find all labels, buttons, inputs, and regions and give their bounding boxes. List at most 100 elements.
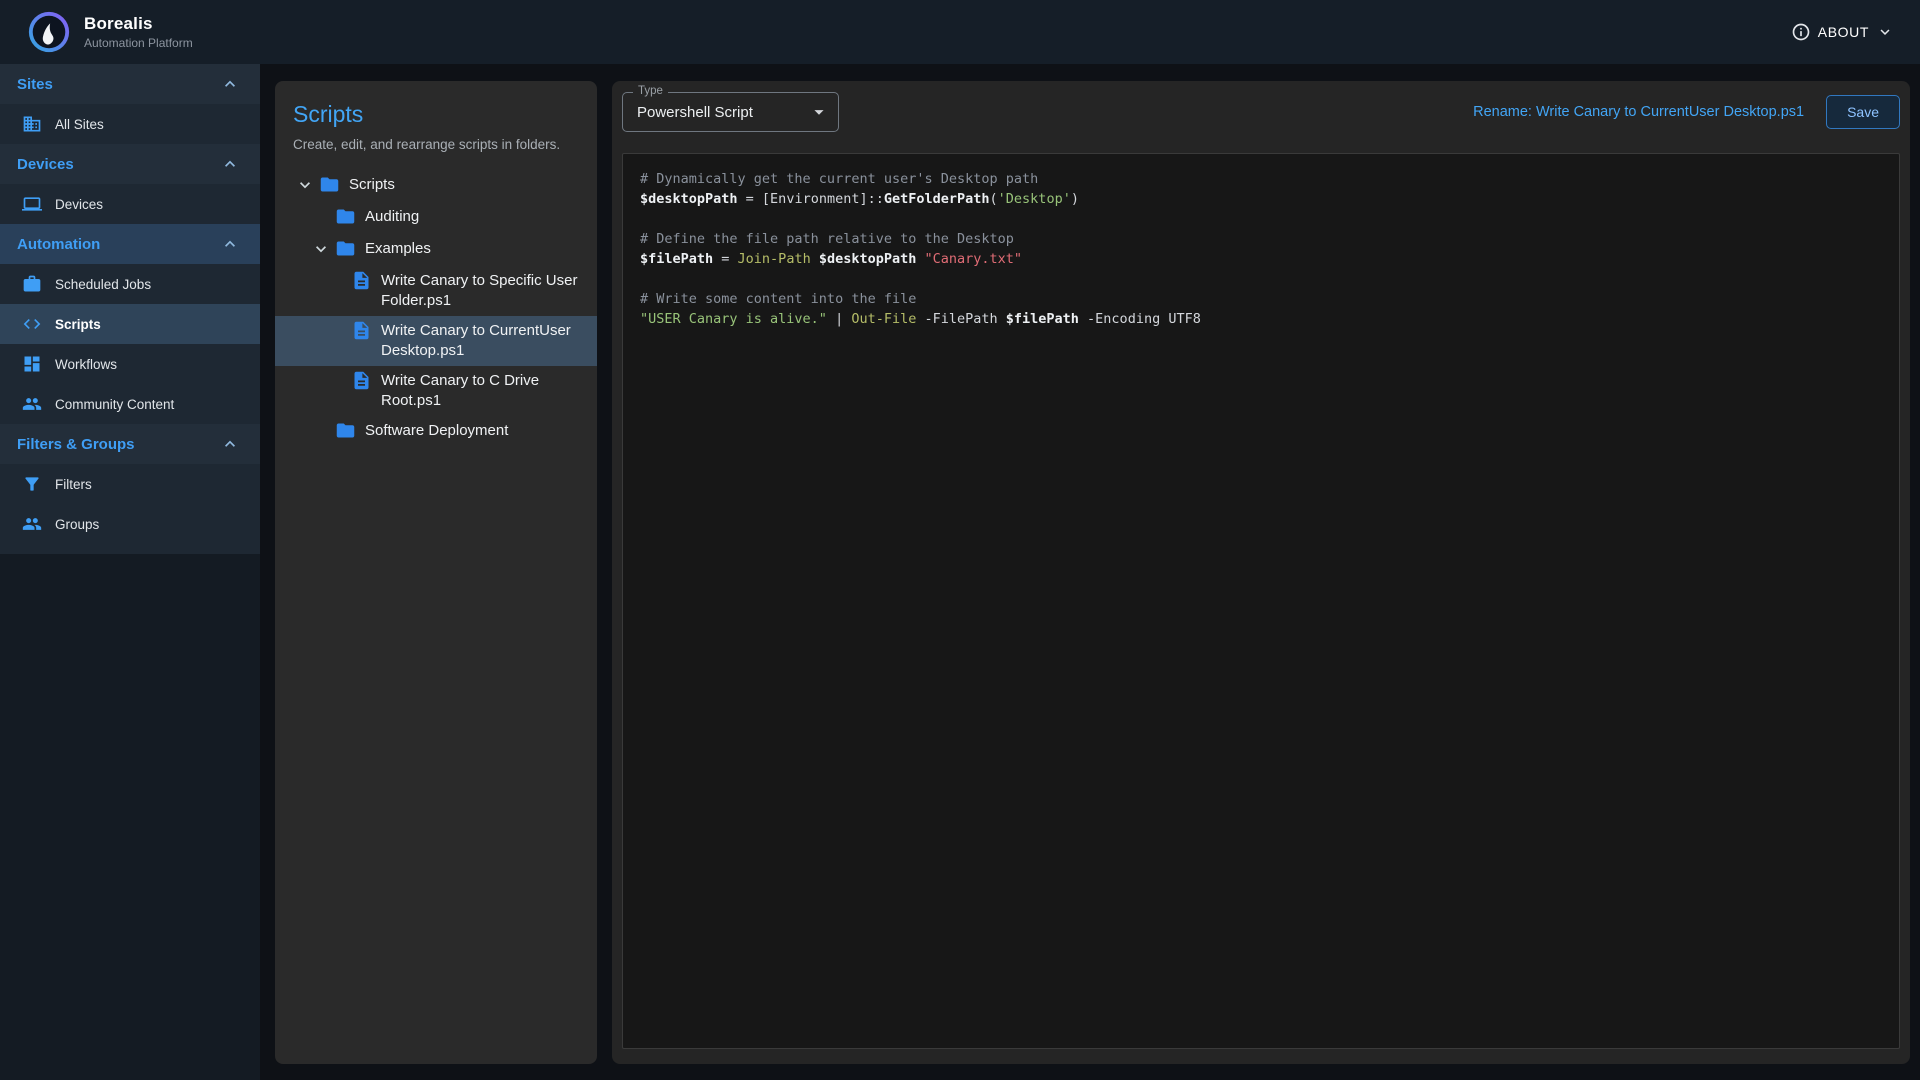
tree-item-write-canary-to-specific-user-folder-ps1[interactable]: Write Canary to Specific User Folder.ps1 bbox=[275, 266, 597, 316]
sidebar-item-label: Scripts bbox=[55, 317, 101, 332]
code-token: = bbox=[713, 251, 737, 267]
tree-item-label: Write Canary to Specific User Folder.ps1 bbox=[381, 271, 597, 311]
code-line: # Define the file path relative to the D… bbox=[640, 229, 1882, 249]
sidebar-section-label: Automation bbox=[17, 236, 100, 253]
tree-item-examples[interactable]: Examples bbox=[275, 234, 597, 266]
code-line bbox=[640, 269, 1882, 289]
brand-text: Borealis Automation Platform bbox=[84, 14, 193, 50]
folder-icon bbox=[335, 420, 356, 441]
code-token: GetFolderPath bbox=[884, 191, 990, 207]
sidebar-item-community-content[interactable]: Community Content bbox=[0, 384, 260, 424]
scripts-icon bbox=[22, 314, 42, 334]
devices-icon bbox=[22, 194, 42, 214]
brand-subtitle: Automation Platform bbox=[84, 36, 193, 50]
tree-item-label: Scripts bbox=[349, 175, 597, 195]
tree-item-software-deployment[interactable]: Software Deployment bbox=[275, 416, 597, 448]
sites-icon bbox=[22, 114, 42, 134]
sidebar-item-label: Community Content bbox=[55, 397, 174, 412]
code-token: ) bbox=[1071, 191, 1079, 207]
sidebar-item-groups[interactable]: Groups bbox=[0, 504, 260, 544]
sidebar-section-sites[interactable]: Sites bbox=[0, 64, 260, 104]
code-token: -Encoding UTF8 bbox=[1079, 311, 1201, 327]
code-token: $filePath bbox=[1006, 311, 1079, 327]
layout: Sites All Sites Devices Devices Automation Sc… bbox=[0, 64, 1920, 1080]
community-content-icon bbox=[22, 394, 42, 414]
sidebar-item-devices[interactable]: Devices bbox=[0, 184, 260, 224]
borealis-logo-icon bbox=[26, 9, 72, 55]
filters-icon bbox=[22, 474, 42, 494]
about-button[interactable]: ABOUT bbox=[1791, 22, 1894, 42]
tree-item-label: Auditing bbox=[365, 207, 597, 227]
code-line: # Write some content into the file bbox=[640, 289, 1882, 309]
sidebar-section-label: Devices bbox=[17, 156, 74, 173]
code-line: $desktopPath = [Environment]::GetFolderP… bbox=[640, 189, 1882, 209]
code-token: = [Environment]:: bbox=[738, 191, 884, 207]
sidebar-item-scripts[interactable]: Scripts bbox=[0, 304, 260, 344]
code-token: -FilePath bbox=[916, 311, 1005, 327]
code-token: 'Desktop' bbox=[998, 191, 1071, 207]
code-token: $desktopPath bbox=[819, 251, 917, 267]
sidebar-item-filters[interactable]: Filters bbox=[0, 464, 260, 504]
editor-panel: Type Powershell Script Rename: Write Can… bbox=[612, 81, 1910, 1064]
sidebar-section-filters-groups[interactable]: Filters & Groups bbox=[0, 424, 260, 464]
code-token: Join-Path bbox=[738, 251, 811, 267]
rename-link[interactable]: Rename: Write Canary to CurrentUser Desk… bbox=[1473, 104, 1804, 120]
chevron-up-icon bbox=[220, 74, 240, 94]
type-select-value: Powershell Script bbox=[637, 104, 753, 121]
tree-item-label: Write Canary to C Drive Root.ps1 bbox=[381, 371, 597, 411]
brand-name: Borealis bbox=[84, 14, 193, 34]
code-line bbox=[640, 209, 1882, 229]
code-line: $filePath = Join-Path $desktopPath "Cana… bbox=[640, 249, 1882, 269]
folder-icon bbox=[335, 206, 356, 227]
sidebar-item-scheduled-jobs[interactable]: Scheduled Jobs bbox=[0, 264, 260, 304]
chevron-up-icon bbox=[220, 234, 240, 254]
sidebar-section-automation[interactable]: Automation bbox=[0, 224, 260, 264]
tree-item-label: Write Canary to CurrentUser Desktop.ps1 bbox=[381, 321, 597, 361]
code-token bbox=[916, 251, 924, 267]
topbar: Borealis Automation Platform ABOUT bbox=[0, 0, 1920, 64]
code-token: "USER Canary is alive." bbox=[640, 311, 827, 327]
tree-item-auditing[interactable]: Auditing bbox=[275, 202, 597, 234]
scripts-tree: Scripts Auditing Examples Write Canary to S… bbox=[275, 170, 597, 1048]
sidebar-item-all-sites[interactable]: All Sites bbox=[0, 104, 260, 144]
code-line: "USER Canary is alive." | Out-File -File… bbox=[640, 309, 1882, 329]
code-editor[interactable]: # Dynamically get the current user's Des… bbox=[622, 153, 1900, 1049]
sidebar-item-label: Devices bbox=[55, 197, 103, 212]
sidebar: Sites All Sites Devices Devices Automation Sc… bbox=[0, 64, 260, 1080]
content-area: Scripts Create, edit, and rearrange scri… bbox=[260, 64, 1920, 1080]
sidebar-item-workflows[interactable]: Workflows bbox=[0, 344, 260, 384]
sidebar-item-label: Groups bbox=[55, 517, 99, 532]
folder-icon bbox=[335, 238, 356, 259]
scripts-panel-title: Scripts bbox=[275, 101, 597, 128]
code-token: # Dynamically get the current user's Des… bbox=[640, 171, 1038, 187]
code-token: $filePath bbox=[640, 251, 713, 267]
chevron-down-icon bbox=[295, 175, 315, 195]
sidebar-section-label: Filters & Groups bbox=[17, 436, 135, 453]
file-icon bbox=[351, 320, 372, 341]
scripts-panel-subtitle: Create, edit, and rearrange scripts in f… bbox=[275, 128, 597, 170]
info-icon bbox=[1791, 22, 1811, 42]
tree-item-label: Software Deployment bbox=[365, 421, 597, 441]
code-token: # Write some content into the file bbox=[640, 291, 916, 307]
tree-item-write-canary-to-c-drive-root-ps1[interactable]: Write Canary to C Drive Root.ps1 bbox=[275, 366, 597, 416]
tree-item-write-canary-to-currentuser-desktop-ps1[interactable]: Write Canary to CurrentUser Desktop.ps1 bbox=[275, 316, 597, 366]
editor-header: Type Powershell Script Rename: Write Can… bbox=[622, 92, 1900, 132]
sidebar-item-label: Filters bbox=[55, 477, 92, 492]
folder-icon bbox=[319, 174, 340, 195]
tree-item-scripts[interactable]: Scripts bbox=[275, 170, 597, 202]
save-button[interactable]: Save bbox=[1826, 95, 1900, 129]
groups-icon bbox=[22, 514, 42, 534]
sidebar-nav: Sites All Sites Devices Devices Automation Sc… bbox=[0, 64, 260, 554]
sidebar-item-label: Workflows bbox=[55, 357, 117, 372]
code-line: # Dynamically get the current user's Des… bbox=[640, 169, 1882, 189]
code-token: Out-File bbox=[851, 311, 916, 327]
type-select[interactable]: Type Powershell Script bbox=[622, 92, 839, 132]
type-select-label: Type bbox=[633, 85, 668, 97]
brand[interactable]: Borealis Automation Platform bbox=[26, 9, 193, 55]
sidebar-section-label: Sites bbox=[17, 76, 53, 93]
file-icon bbox=[351, 370, 372, 391]
about-label: ABOUT bbox=[1818, 24, 1869, 40]
code-token: $desktopPath bbox=[640, 191, 738, 207]
sidebar-section-devices[interactable]: Devices bbox=[0, 144, 260, 184]
file-icon bbox=[351, 270, 372, 291]
